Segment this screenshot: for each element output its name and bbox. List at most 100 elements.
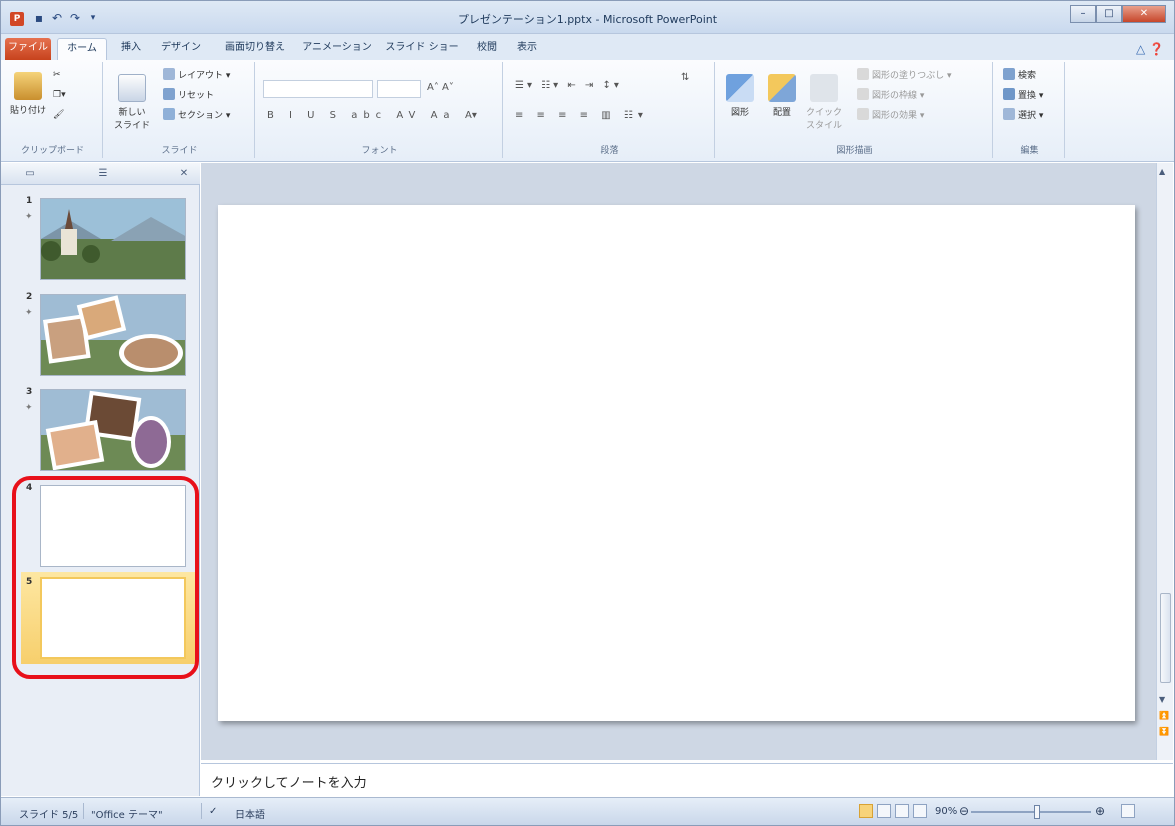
slide-transition-icon: ✦ xyxy=(25,308,33,318)
layout-button[interactable]: レイアウト ▾ xyxy=(163,68,230,81)
vertical-scrollbar[interactable]: ▲ ▼ ⏫ ⏬ xyxy=(1156,163,1173,760)
paste-icon xyxy=(14,72,42,100)
status-separator xyxy=(83,803,84,819)
photo-collage-image xyxy=(41,390,185,470)
slide-thumbnail-row[interactable]: 2 ✦ xyxy=(1,290,200,380)
tab-animations[interactable]: アニメーション xyxy=(295,38,379,60)
text-direction-icon[interactable]: ⇅ xyxy=(681,72,689,83)
quick-styles-icon xyxy=(810,74,838,102)
slide-number: 2 xyxy=(26,292,33,302)
reset-button[interactable]: リセット xyxy=(163,88,214,101)
tab-review[interactable]: 校閲 xyxy=(467,38,507,60)
shape-effects-icon xyxy=(857,108,869,120)
slides-group-label: スライド xyxy=(161,146,198,156)
fit-to-window-icon[interactable] xyxy=(1121,804,1135,818)
shape-outline-icon xyxy=(857,88,869,100)
slide-thumbnail[interactable] xyxy=(40,198,186,280)
language-status[interactable]: 日本語 xyxy=(235,806,265,821)
current-slide-canvas[interactable] xyxy=(218,205,1135,721)
help-icon[interactable]: △ ❓ xyxy=(1136,42,1164,56)
section-label: セクション xyxy=(178,111,224,121)
new-slide-label: 新しい スライド xyxy=(113,108,150,131)
slide-sorter-view-icon[interactable] xyxy=(877,804,891,818)
outline-tab-icon[interactable]: ☰ xyxy=(96,167,110,180)
new-slide-button[interactable]: 新しい スライド xyxy=(113,74,151,131)
tab-file[interactable]: ファイル xyxy=(5,38,51,60)
arrange-button[interactable]: 配置 xyxy=(763,74,801,118)
notes-placeholder[interactable]: クリックしてノートを入力 xyxy=(211,772,367,791)
highlight-annotation xyxy=(12,476,199,679)
shape-fill-button[interactable]: 図形の塗りつぶし ▾ xyxy=(857,68,951,81)
copy-icon[interactable]: ❐▾ xyxy=(53,90,66,100)
find-button[interactable]: 検索 xyxy=(1003,68,1036,81)
scroll-down-icon[interactable]: ▼ xyxy=(1159,695,1165,704)
shape-effects-label: 図形の効果 xyxy=(872,111,918,121)
tab-design[interactable]: デザイン xyxy=(151,38,211,60)
reset-label: リセット xyxy=(178,91,215,101)
zoom-out-icon[interactable]: ⊖ xyxy=(959,804,969,818)
theme-status[interactable]: "Office テーマ" xyxy=(91,806,163,821)
notes-pane[interactable]: クリックしてノートを入力 xyxy=(201,763,1173,796)
layout-icon xyxy=(163,68,175,80)
tab-transitions[interactable]: 画面切り替え xyxy=(215,38,295,60)
font-group-label: フォント xyxy=(361,146,398,156)
maximize-button[interactable]: □ xyxy=(1096,5,1122,23)
format-painter-icon[interactable]: 🖌 xyxy=(53,110,64,120)
paragraph-group: ☰▾ ☷▾ ⇤ ⇥ ↕▾ ≡ ≡ ≡ ≡ ▥ ☷▾ ⇅ 段落 xyxy=(505,62,715,158)
select-button[interactable]: 選択 ▾ xyxy=(1003,108,1043,121)
tab-slideshow[interactable]: スライド ショー xyxy=(379,38,465,60)
shapes-button[interactable]: 図形 xyxy=(721,74,759,118)
zoom-in-icon[interactable]: ⊕ xyxy=(1095,804,1105,818)
next-slide-icon[interactable]: ⏬ xyxy=(1159,727,1169,736)
slideshow-view-icon[interactable] xyxy=(913,804,927,818)
editing-group-label: 編集 xyxy=(1020,146,1039,156)
slide-thumbnail-row[interactable]: 3 ✦ xyxy=(1,385,200,475)
section-button[interactable]: セクション ▾ xyxy=(163,108,230,121)
zoom-slider-thumb[interactable] xyxy=(1034,805,1040,819)
normal-view-icon[interactable] xyxy=(859,804,873,818)
slide-thumbnail-row[interactable]: 1 ✦ xyxy=(1,194,200,284)
window-title: プレゼンテーション1.pptx - Microsoft PowerPoint xyxy=(457,13,718,26)
zoom-level[interactable]: 90% xyxy=(935,806,957,817)
grow-font-icon[interactable]: A˄ A˅ xyxy=(427,82,454,93)
tab-view[interactable]: 表示 xyxy=(507,38,547,60)
slide-thumbnail[interactable] xyxy=(40,294,186,376)
editing-group: 検索 置換 ▾ 選択 ▾ 編集 xyxy=(995,62,1065,158)
tab-home[interactable]: ホーム xyxy=(57,38,107,60)
shapes-label: 図形 xyxy=(730,108,749,118)
shape-fill-label: 図形の塗りつぶし xyxy=(872,71,945,81)
photo-collage-image xyxy=(41,295,185,375)
arrange-icon xyxy=(768,74,796,102)
replace-icon xyxy=(1003,88,1015,100)
close-panel-icon[interactable]: ✕ xyxy=(177,167,191,180)
previous-slide-icon[interactable]: ⏫ xyxy=(1159,711,1169,720)
slide-thumbnail[interactable] xyxy=(40,389,186,471)
font-name-combo[interactable] xyxy=(263,80,373,98)
paste-button[interactable]: 貼り付け xyxy=(9,72,47,116)
close-button[interactable]: ✕ xyxy=(1122,5,1166,23)
quick-styles-button[interactable]: クイック スタイル xyxy=(805,74,843,131)
minimize-button[interactable]: – xyxy=(1070,5,1096,23)
window-controls: – □ ✕ xyxy=(1070,5,1166,23)
slides-tab-icon[interactable]: ▭ xyxy=(23,167,37,180)
zoom-slider[interactable] xyxy=(971,811,1091,813)
shape-outline-button[interactable]: 図形の枠線 ▾ xyxy=(857,88,924,101)
font-size-combo[interactable] xyxy=(377,80,421,98)
replace-button[interactable]: 置換 ▾ xyxy=(1003,88,1043,101)
layout-label: レイアウト xyxy=(178,71,224,81)
reset-icon xyxy=(163,88,175,100)
shape-effects-button[interactable]: 図形の効果 ▾ xyxy=(857,108,924,121)
shapes-icon xyxy=(726,74,754,102)
scroll-up-icon[interactable]: ▲ xyxy=(1159,167,1165,176)
spell-check-icon[interactable]: ✓ xyxy=(209,806,217,817)
title-bar: P ▪ ↶ ↷ ▾ プレゼンテーション1.pptx - Microsoft Po… xyxy=(1,1,1174,34)
scrollbar-thumb[interactable] xyxy=(1160,593,1171,683)
list-buttons[interactable]: ☰▾ ☷▾ ⇤ ⇥ ↕▾ xyxy=(515,80,622,91)
align-buttons[interactable]: ≡ ≡ ≡ ≡ ▥ ☷▾ xyxy=(515,110,648,121)
paste-label: 貼り付け xyxy=(9,106,46,116)
font-format-buttons[interactable]: B I U S abc AV Aa xyxy=(267,110,456,121)
reading-view-icon[interactable] xyxy=(895,804,909,818)
tab-insert[interactable]: 挿入 xyxy=(111,38,151,60)
font-color-icon[interactable]: A▾ xyxy=(465,110,477,121)
cut-icon[interactable]: ✂ xyxy=(53,70,61,80)
